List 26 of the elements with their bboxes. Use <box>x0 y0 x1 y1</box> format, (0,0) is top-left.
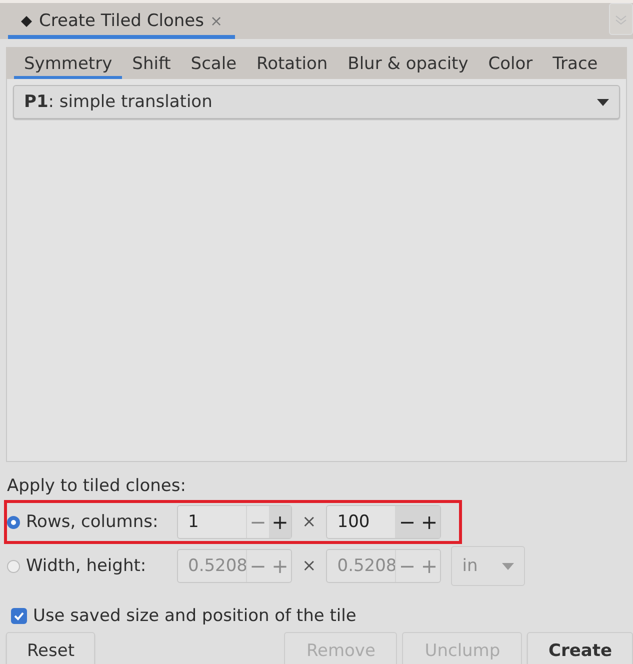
symmetry-dropdown[interactable]: P1: simple translation <box>13 85 620 119</box>
tab[interactable]: Blur & opacity <box>338 47 478 79</box>
checkbox-label: Use saved size and position of the tile <box>33 606 356 626</box>
spin-field[interactable]: 100 − + <box>326 505 442 539</box>
radio-label: Rows, columns: <box>26 512 158 532</box>
tab[interactable]: Shift <box>122 47 181 79</box>
tab[interactable]: Trace <box>542 47 608 79</box>
radio-button[interactable] <box>7 560 20 572</box>
radio-button[interactable] <box>7 516 20 528</box>
radio-label: Width, height: <box>26 556 146 576</box>
action-button[interactable]: Create <box>527 632 633 664</box>
tab[interactable]: Scale <box>180 47 247 79</box>
dropdown-arrow-icon <box>597 98 609 106</box>
increment-button[interactable]: + <box>418 506 440 538</box>
times-sign: × <box>301 556 318 576</box>
checkbox[interactable] <box>11 608 27 624</box>
tab[interactable]: Rotation <box>246 47 338 79</box>
tab[interactable]: Color <box>478 47 543 79</box>
dropdown-arrow-icon <box>502 562 514 570</box>
increment-button[interactable]: + <box>269 506 291 538</box>
section-label: Apply to tiled clones: <box>7 476 187 496</box>
action-button[interactable]: Reset <box>6 632 95 664</box>
times-sign: × <box>301 512 318 532</box>
decrement-button[interactable]: − <box>395 506 418 538</box>
diamond-icon <box>20 14 33 28</box>
spin-field[interactable]: 1 − + <box>177 505 292 539</box>
